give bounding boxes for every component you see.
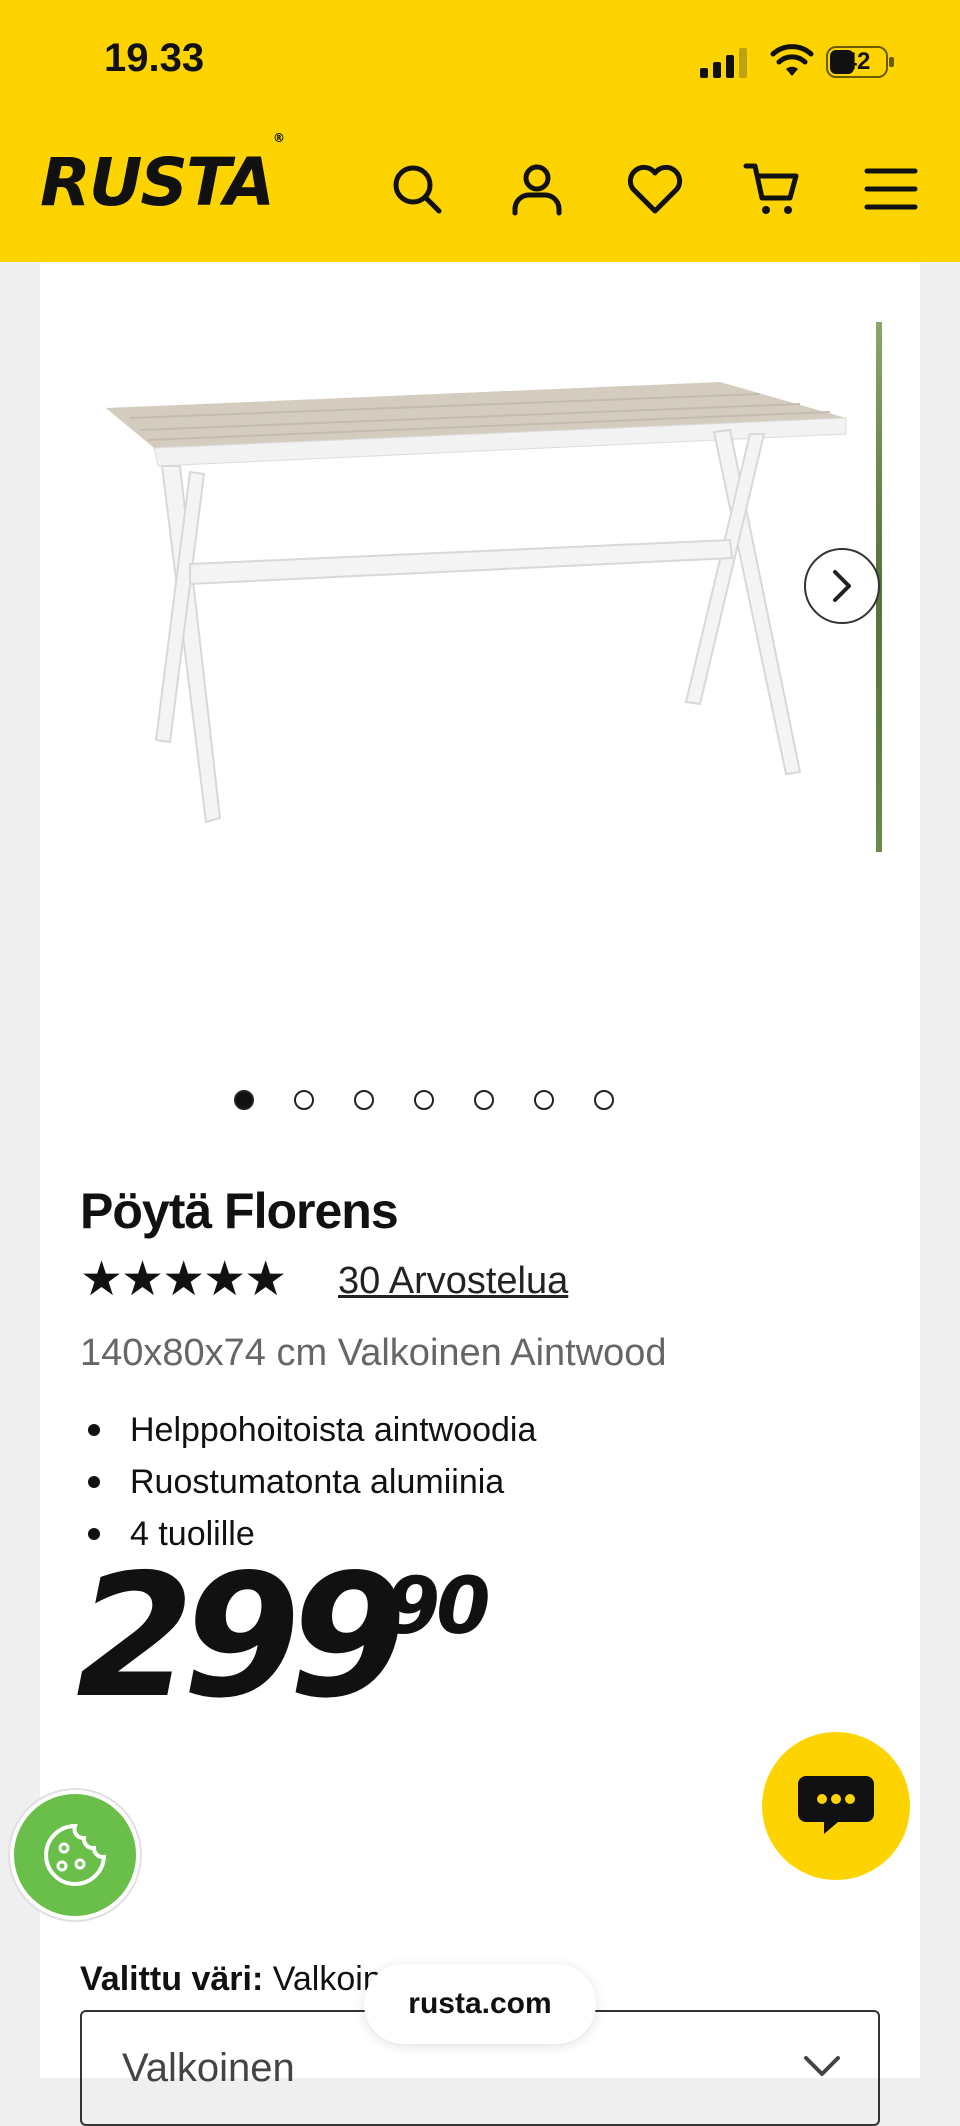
gallery-dot[interactable] [474, 1090, 494, 1110]
account-button[interactable] [504, 156, 570, 222]
chat-button[interactable] [762, 1732, 910, 1880]
product-subtitle: 140x80x74 cm Valkoinen Aintwood [80, 1332, 667, 1374]
rusta-logo[interactable]: RUSTA® [40, 132, 285, 216]
search-icon [393, 165, 442, 214]
gallery-dot[interactable] [294, 1090, 314, 1110]
menu-button[interactable] [858, 156, 924, 222]
feature-item: Helppohoitoista aintwoodia [80, 1404, 536, 1456]
gallery-dot[interactable] [414, 1090, 434, 1110]
selected-color-label: Valittu väri: [80, 1960, 264, 1998]
cookie-settings-button[interactable] [10, 1790, 140, 1920]
battery-indicator: 42 [826, 46, 896, 78]
price-cents: 90 [386, 1562, 491, 1652]
wifi-icon [770, 44, 814, 76]
cart-icon [743, 163, 799, 214]
color-select-value: Valkoinen [122, 2046, 295, 2090]
status-time: 19.33 [104, 36, 205, 80]
gallery-dot[interactable] [594, 1090, 614, 1110]
search-button[interactable] [384, 156, 450, 222]
battery-level: 42 [843, 48, 871, 75]
gallery-dot[interactable] [234, 1090, 254, 1110]
gallery-next-button[interactable] [804, 548, 880, 624]
chevron-right-icon [833, 570, 851, 602]
cookie-icon [44, 1823, 107, 1886]
feature-list: Helppohoitoista aintwoodia Ruostumatonta… [80, 1404, 536, 1560]
product-title: Pöytä Florens [80, 1183, 399, 1239]
product-gallery[interactable] [40, 262, 920, 1082]
chevron-down-icon [804, 2056, 840, 2076]
heart-icon [627, 164, 683, 214]
gallery-dot[interactable] [354, 1090, 374, 1110]
menu-icon [864, 168, 918, 210]
user-icon [512, 164, 562, 216]
rating-stars: ★★★★★ [80, 1253, 287, 1306]
gallery-dot[interactable] [534, 1090, 554, 1110]
registered-mark: ® [272, 131, 285, 145]
price-main: 299 [76, 1538, 407, 1736]
cart-button[interactable] [740, 156, 806, 222]
chat-bubble-icon [798, 1776, 874, 1834]
wishlist-button[interactable] [622, 156, 688, 222]
reviews-link[interactable]: 30 Arvostelua [338, 1260, 568, 1303]
product-image [106, 382, 847, 824]
site-header: 19.33 42 RUSTA® [0, 0, 960, 262]
browser-url-bar[interactable]: rusta.com [364, 1964, 596, 2044]
signal-icon [700, 48, 747, 78]
gallery-pagination [0, 1090, 864, 1110]
feature-item: Ruostumatonta alumiinia [80, 1456, 536, 1508]
logo-text: RUSTA [40, 144, 275, 221]
